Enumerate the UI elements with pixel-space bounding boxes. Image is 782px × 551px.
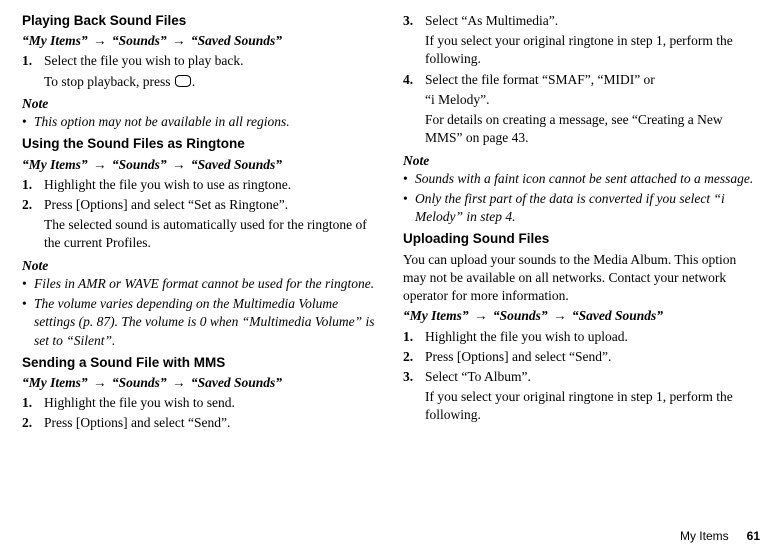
step-text: Select the file you wish to play back. <box>44 52 379 70</box>
step-item: 2. Press [Options] and select “Set as Ri… <box>22 196 379 214</box>
step-subtext: If you select your original ringtone in … <box>425 32 760 68</box>
center-key-icon <box>175 75 191 87</box>
step-item: 1. Highlight the file you wish to use as… <box>22 176 379 194</box>
note-bullet: • Sounds with a faint icon cannot be sen… <box>403 170 760 188</box>
arrow-right-icon: → <box>88 375 112 390</box>
step-number: 2. <box>22 414 44 432</box>
bullet-icon: • <box>403 170 415 188</box>
right-column: 3. Select “As Multimedia”. If you select… <box>403 12 760 519</box>
step-text: Press [Options] and select “Set as Ringt… <box>44 196 379 214</box>
step-item: 2. Press [Options] and select “Send”. <box>403 348 760 366</box>
step-subtext: If you select your original ringtone in … <box>425 388 760 424</box>
text-fragment: . <box>192 74 195 89</box>
arrow-right-icon: → <box>469 308 493 323</box>
bullet-icon: • <box>22 275 34 293</box>
step-text: Press [Options] and select “Send”. <box>44 414 379 432</box>
page-number: 61 <box>747 529 760 543</box>
heading-uploading: Uploading Sound Files <box>403 230 760 248</box>
step-number: 3. <box>403 368 425 386</box>
step-item: 3. Select “To Album”. <box>403 368 760 386</box>
step-text: Highlight the file you wish to upload. <box>425 328 760 346</box>
footer-section-title: My Items <box>680 529 729 543</box>
nav-sounds: “Sounds” <box>493 308 548 323</box>
step-number: 3. <box>403 12 425 30</box>
step-subtext: The selected sound is automatically used… <box>44 216 379 252</box>
note-label: Note <box>22 95 379 113</box>
nav-path: “My Items” → “Sounds” → “Saved Sounds” <box>403 307 760 325</box>
left-column: Playing Back Sound Files “My Items” → “S… <box>22 12 379 519</box>
note-label: Note <box>22 257 379 275</box>
nav-sounds: “Sounds” <box>112 157 167 172</box>
note-label: Note <box>403 152 760 170</box>
arrow-right-icon: → <box>88 33 112 48</box>
arrow-right-icon: → <box>167 33 191 48</box>
step-item: 3. Select “As Multimedia”. <box>403 12 760 30</box>
page-footer: My Items 61 <box>22 519 760 543</box>
step-text: Select “To Album”. <box>425 368 760 386</box>
nav-saved-sounds: “Saved Sounds” <box>572 308 663 323</box>
note-bullet: • The volume varies depending on the Mul… <box>22 295 379 350</box>
step-text: Highlight the file you wish to use as ri… <box>44 176 379 194</box>
nav-my-items: “My Items” <box>403 308 469 323</box>
step-item: 4. Select the file format “SMAF”, “MIDI”… <box>403 71 760 89</box>
nav-my-items: “My Items” <box>22 375 88 390</box>
page: Playing Back Sound Files “My Items” → “S… <box>0 0 782 551</box>
nav-saved-sounds: “Saved Sounds” <box>191 375 282 390</box>
step-number: 1. <box>22 394 44 412</box>
arrow-right-icon: → <box>88 157 112 172</box>
note-bullet: • Only the first part of the data is con… <box>403 190 760 226</box>
step-number: 2. <box>403 348 425 366</box>
heading-playing-back: Playing Back Sound Files <box>22 12 379 30</box>
bullet-icon: • <box>22 113 34 131</box>
step-item: 1. Highlight the file you wish to send. <box>22 394 379 412</box>
heading-mms: Sending a Sound File with MMS <box>22 354 379 372</box>
text-fragment: Select the file format “SMAF”, “MIDI” or <box>425 72 655 87</box>
nav-my-items: “My Items” <box>22 157 88 172</box>
nav-path: “My Items” → “Sounds” → “Saved Sounds” <box>22 374 379 392</box>
nav-saved-sounds: “Saved Sounds” <box>191 33 282 48</box>
step-text: Highlight the file you wish to send. <box>44 394 379 412</box>
note-text: Files in AMR or WAVE format cannot be us… <box>34 275 379 293</box>
step-item: 2. Press [Options] and select “Send”. <box>22 414 379 432</box>
step-item: 1. Select the file you wish to play back… <box>22 52 379 70</box>
nav-my-items: “My Items” <box>22 33 88 48</box>
step-text: Select the file format “SMAF”, “MIDI” or <box>425 71 760 89</box>
heading-ringtone: Using the Sound Files as Ringtone <box>22 135 379 153</box>
bullet-icon: • <box>403 190 415 226</box>
arrow-right-icon: → <box>167 157 191 172</box>
step-text: Select “As Multimedia”. <box>425 12 760 30</box>
note-text: Only the first part of the data is conve… <box>415 190 760 226</box>
note-text: This option may not be available in all … <box>34 113 379 131</box>
step-item: 1. Highlight the file you wish to upload… <box>403 328 760 346</box>
step-subtext: To stop playback, press . <box>44 73 379 91</box>
arrow-right-icon: → <box>167 375 191 390</box>
step-subtext: “i Melody”. <box>425 91 760 109</box>
two-column-layout: Playing Back Sound Files “My Items” → “S… <box>22 12 760 519</box>
note-text: Sounds with a faint icon cannot be sent … <box>415 170 760 188</box>
step-number: 2. <box>22 196 44 214</box>
step-subtext: For details on creating a message, see “… <box>425 111 760 147</box>
nav-saved-sounds: “Saved Sounds” <box>191 157 282 172</box>
step-text: Press [Options] and select “Send”. <box>425 348 760 366</box>
bullet-icon: • <box>22 295 34 350</box>
arrow-right-icon: → <box>548 308 572 323</box>
text-fragment: To stop playback, press <box>44 74 174 89</box>
nav-sounds: “Sounds” <box>112 375 167 390</box>
nav-sounds: “Sounds” <box>112 33 167 48</box>
step-number: 4. <box>403 71 425 89</box>
step-number: 1. <box>22 52 44 70</box>
note-bullet: • Files in AMR or WAVE format cannot be … <box>22 275 379 293</box>
nav-path: “My Items” → “Sounds” → “Saved Sounds” <box>22 32 379 50</box>
step-number: 1. <box>22 176 44 194</box>
nav-path: “My Items” → “Sounds” → “Saved Sounds” <box>22 156 379 174</box>
note-text: The volume varies depending on the Multi… <box>34 295 379 350</box>
step-number: 1. <box>403 328 425 346</box>
note-bullet: • This option may not be available in al… <box>22 113 379 131</box>
paragraph: You can upload your sounds to the Media … <box>403 251 760 306</box>
